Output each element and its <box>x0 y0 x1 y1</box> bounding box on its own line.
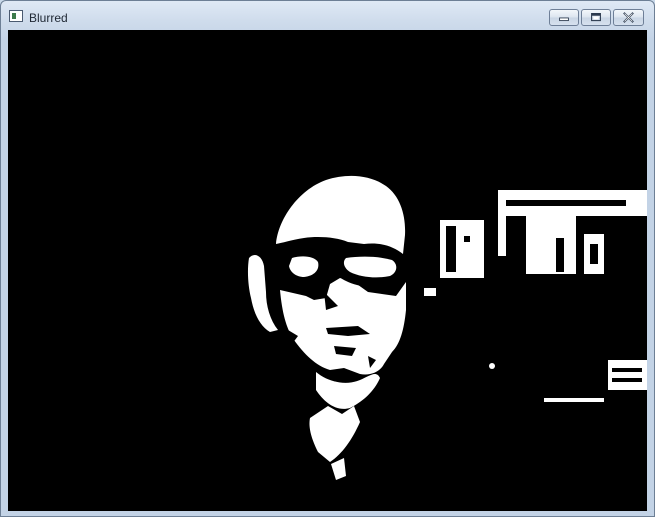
maximize-button[interactable] <box>581 9 611 26</box>
title-bar[interactable]: Blurred <box>1 1 654 31</box>
blurred-image-view <box>8 30 647 511</box>
thresholded-webcam-image <box>8 30 647 511</box>
maximize-icon <box>591 13 601 22</box>
minimize-icon <box>559 17 569 22</box>
close-icon <box>623 12 634 23</box>
opencv-window-icon <box>9 10 23 22</box>
window-title: Blurred <box>29 11 68 25</box>
app-window: Blurred <box>0 0 655 517</box>
minimize-button[interactable] <box>549 9 579 26</box>
close-button[interactable] <box>613 9 644 26</box>
